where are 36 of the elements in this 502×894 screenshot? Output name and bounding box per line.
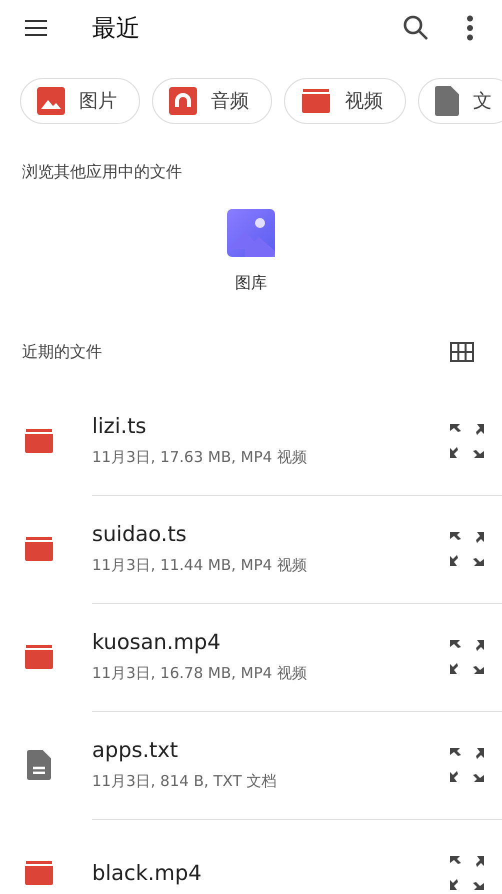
grid-icon	[450, 342, 474, 362]
file-details: 11月3日, 17.63 MB, MP4 视频	[92, 448, 308, 467]
file-details: 11月3日, 11.44 MB, MP4 视频	[92, 556, 308, 575]
filter-chip[interactable]: 图片	[20, 78, 140, 124]
expand-icon[interactable]	[450, 424, 484, 458]
search-icon	[403, 15, 429, 41]
menu-icon	[25, 19, 47, 37]
file-name[interactable]: suidao.ts	[92, 522, 450, 546]
file-details: 11月3日, 814 B, TXT 文档	[92, 772, 278, 791]
more-icon	[466, 15, 474, 41]
headphones-icon	[169, 87, 197, 115]
file-name[interactable]: black.mp4	[92, 860, 450, 884]
video-icon	[24, 861, 54, 885]
expand-icon[interactable]	[450, 640, 484, 674]
filter-chip[interactable]: 文	[418, 78, 502, 124]
expand-icon[interactable]	[450, 532, 484, 566]
file-name[interactable]: kuosan.mp4	[92, 630, 450, 654]
document-icon	[27, 750, 51, 780]
video-icon	[24, 429, 54, 453]
document-icon	[435, 86, 459, 116]
file-details: 11月3日, 16.78 MB, MP4 视频	[92, 664, 308, 683]
image-icon	[37, 87, 65, 115]
gallery-icon	[227, 209, 275, 257]
filter-chip[interactable]: 音频	[152, 78, 272, 124]
expand-icon[interactable]	[450, 748, 484, 782]
section-heading: 浏览其他应用中的文件	[22, 162, 182, 183]
filter-chip[interactable]: 视频	[284, 78, 406, 124]
video-icon	[24, 645, 54, 669]
expand-icon[interactable]	[450, 856, 484, 890]
gallery-app[interactable]: 图库	[227, 209, 275, 294]
video-icon	[24, 537, 54, 561]
file-name[interactable]: apps.txt	[92, 738, 450, 762]
section-heading: 近期的文件	[22, 342, 102, 362]
file-name[interactable]: lizi.ts	[92, 414, 450, 438]
app-title: 最近	[92, 13, 141, 44]
video-icon	[301, 89, 331, 113]
